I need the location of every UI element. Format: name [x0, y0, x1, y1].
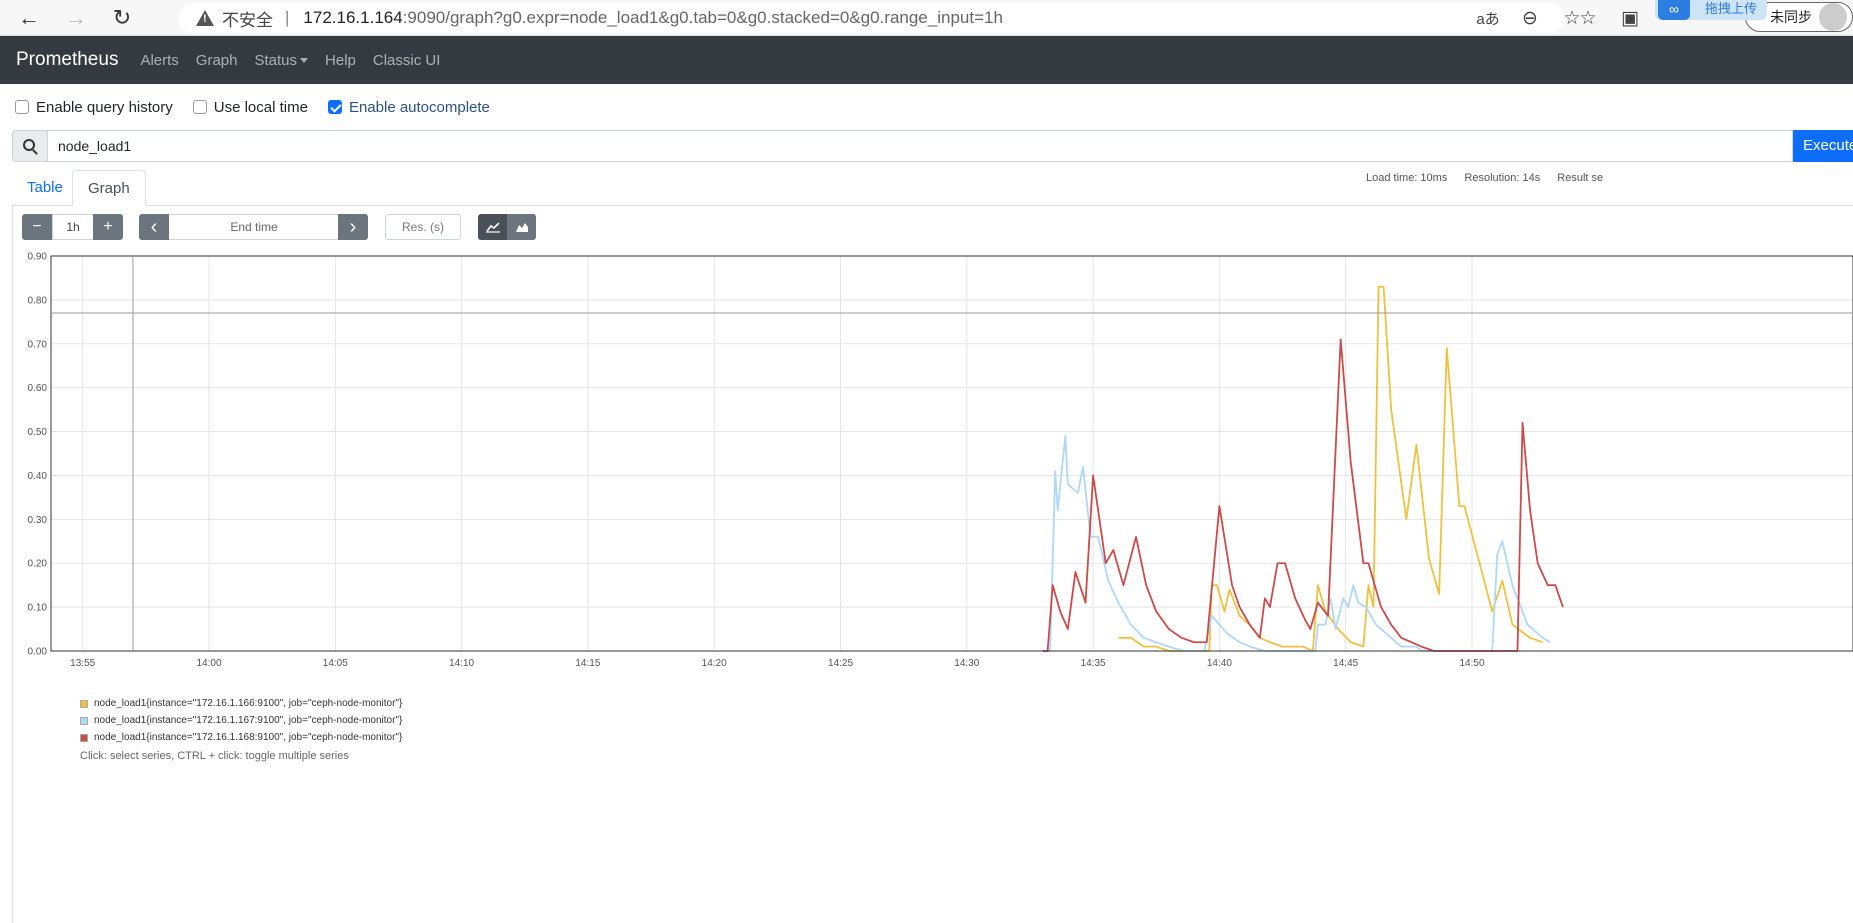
insecure-label[interactable]: 不安全: [222, 6, 273, 31]
back-arrow-icon[interactable]: ←: [15, 4, 43, 32]
autocomplete-option[interactable]: Enable autocomplete: [327, 99, 490, 116]
query-history-checkbox[interactable]: [15, 100, 29, 114]
url-path[interactable]: :9090/graph?g0.expr=node_load1&g0.tab=0&…: [403, 8, 1003, 28]
load-time: Load time: 10ms: [1366, 172, 1448, 184]
previous-time-button[interactable]: ‹: [139, 214, 169, 240]
decrease-range-button[interactable]: −: [22, 214, 52, 240]
collections-icon[interactable]: ▣: [1609, 7, 1651, 30]
stacked-chart-button[interactable]: [507, 214, 536, 240]
nav-status-label[interactable]: Status: [255, 52, 298, 69]
query-stats: Load time: 10ms Resolution: 14s Result s…: [1366, 172, 1617, 184]
top-navbar: Prometheus Alerts Graph Status Help Clas…: [0, 36, 1853, 84]
legend-series-167[interactable]: node_load1{instance="172.16.1.167:9100",…: [80, 712, 402, 729]
profile-avatar[interactable]: [1819, 3, 1847, 31]
legend-swatch[interactable]: [80, 699, 88, 708]
legend-label[interactable]: node_load1{instance="172.16.1.168:9100",…: [94, 732, 402, 743]
range-input[interactable]: 1h: [52, 214, 94, 240]
legend-hint: Click: select series, CTRL + click: togg…: [80, 750, 349, 762]
local-time-checkbox[interactable]: [192, 100, 207, 114]
tab-graph[interactable]: Graph: [72, 170, 146, 206]
result-series: Result se: [1557, 172, 1604, 184]
increase-range-button[interactable]: +: [93, 214, 123, 240]
search-icon: [22, 138, 35, 151]
warning-icon[interactable]: [196, 10, 214, 26]
url-host[interactable]: 172.16.1.164: [303, 8, 402, 28]
local-time-option[interactable]: Use local time: [192, 99, 308, 116]
autocomplete-label[interactable]: Enable autocomplete: [349, 99, 490, 116]
search-addon: [12, 130, 48, 162]
next-time-button[interactable]: ›: [338, 214, 368, 240]
line-chart-button[interactable]: [478, 214, 507, 240]
line-chart-icon: [486, 222, 500, 233]
nav-help[interactable]: Help: [325, 52, 356, 69]
local-time-label[interactable]: Use local time: [214, 99, 308, 116]
nav-classic-ui[interactable]: Classic UI: [373, 52, 441, 69]
execute-button[interactable]: Execute: [1793, 130, 1853, 162]
expression-input[interactable]: node_load1: [48, 130, 1793, 162]
autocomplete-checkbox[interactable]: [327, 100, 342, 114]
nav-status[interactable]: Status: [255, 52, 309, 69]
chart-legend: node_load1{instance="172.16.1.166:9100",…: [80, 695, 402, 762]
legend-series-168[interactable]: node_load1{instance="172.16.1.168:9100",…: [80, 729, 402, 746]
query-options: Enable query history Use local time Enab…: [15, 96, 510, 118]
legend-label[interactable]: node_load1{instance="172.16.1.166:9100",…: [94, 698, 402, 709]
resolution: Resolution: 14s: [1464, 172, 1541, 184]
brand-logo[interactable]: Prometheus: [16, 49, 118, 71]
reload-icon[interactable]: ↻: [108, 4, 136, 32]
legend-swatch[interactable]: [80, 733, 88, 742]
tab-table[interactable]: Table: [12, 170, 78, 206]
forward-arrow-icon: →: [65, 5, 87, 30]
address-separator: |: [285, 8, 290, 27]
query-history-label[interactable]: Enable query history: [36, 99, 173, 116]
query-bar: node_load1 Execute: [12, 130, 1853, 162]
legend-series-166[interactable]: node_load1{instance="172.16.1.166:9100",…: [80, 695, 402, 712]
nav-alerts[interactable]: Alerts: [140, 52, 178, 69]
favorites-icon[interactable]: ☆: [1567, 7, 1609, 30]
address-bar[interactable]: 不安全 | 172.16.1.164:9090/graph?g0.expr=no…: [178, 3, 1564, 33]
chevron-down-icon[interactable]: [300, 58, 309, 64]
browser-toolbar: ← → ↻ 不安全 | 172.16.1.164:9090/graph?g0.e…: [0, 0, 1853, 36]
read-aloud-icon[interactable]: aあ: [1467, 8, 1509, 29]
cloud-link-icon[interactable]: ∞: [1658, 0, 1690, 20]
area-chart-icon: [516, 223, 528, 232]
end-time-input[interactable]: End time: [169, 214, 339, 240]
query-history-option[interactable]: Enable query history: [15, 99, 173, 116]
zoom-out-icon[interactable]: ⊖: [1509, 7, 1551, 30]
legend-swatch[interactable]: [80, 716, 88, 725]
nav-graph[interactable]: Graph: [196, 52, 238, 69]
resolution-input[interactable]: Res. (s): [385, 214, 461, 240]
legend-label[interactable]: node_load1{instance="172.16.1.167:9100",…: [94, 715, 402, 726]
graph-panel: [12, 205, 1853, 923]
